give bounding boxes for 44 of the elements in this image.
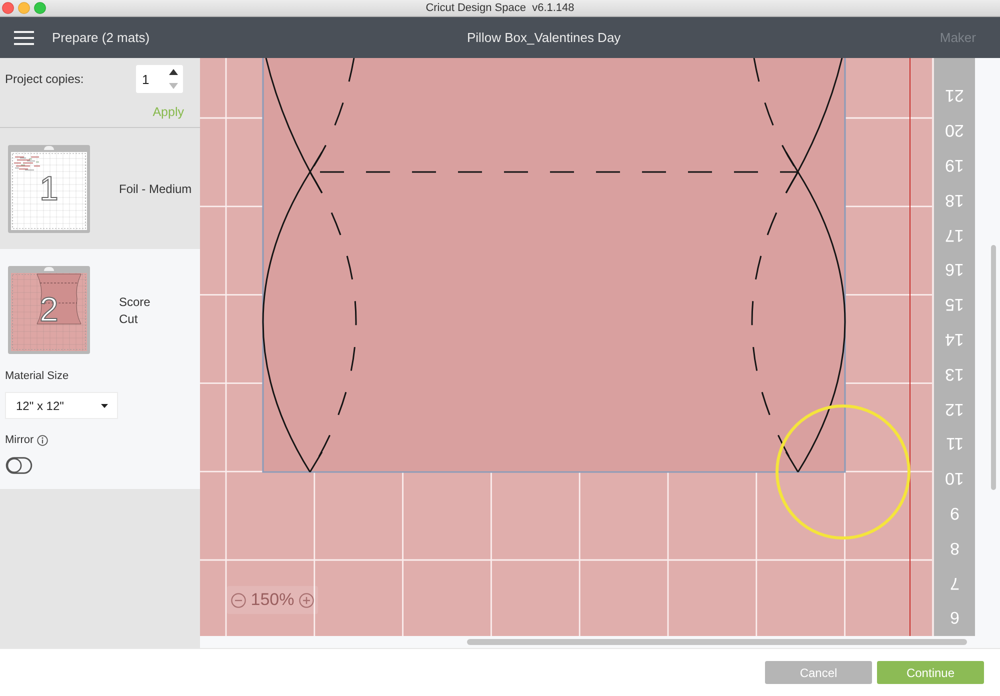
operation-label: Score bbox=[119, 294, 150, 308]
page-title: Prepare (2 mats) bbox=[52, 30, 150, 45]
zoom-out-icon[interactable] bbox=[231, 592, 246, 608]
ruler-label: 9 bbox=[950, 504, 960, 522]
vertical-scrollbar[interactable] bbox=[991, 245, 996, 490]
window-zoom-icon[interactable] bbox=[34, 2, 46, 14]
mat-item[interactable]: 1 Foil - Medium bbox=[0, 128, 200, 249]
ruler-label: 11 bbox=[946, 434, 964, 452]
operation-label: Foil - Medium bbox=[119, 182, 192, 196]
ruler-label: 6 bbox=[950, 608, 960, 626]
ruler-label: 10 bbox=[945, 469, 964, 488]
ruler-label: 21 bbox=[945, 86, 964, 104]
ruler-label: 7 bbox=[950, 574, 960, 592]
ruler-label: 17 bbox=[945, 226, 964, 244]
ruler-label: 12 bbox=[945, 400, 964, 418]
ruler-label: 13 bbox=[945, 364, 964, 383]
ruler-label: 16 bbox=[945, 260, 964, 278]
ruler-label: 18 bbox=[945, 190, 964, 209]
project-name: Pillow Box_Valentines Day bbox=[467, 30, 621, 45]
caret-icon bbox=[101, 404, 108, 408]
material-size-dropdown[interactable]: 12" x 12" bbox=[5, 392, 118, 419]
mat-item[interactable]: 2 Score Cut Material Size 12" x 12" Mirror bbox=[0, 249, 200, 489]
menu-icon[interactable] bbox=[14, 30, 34, 44]
zoom-level: 150% bbox=[250, 590, 294, 610]
ruler-label: 20 bbox=[945, 121, 964, 140]
window-close-icon[interactable] bbox=[2, 2, 14, 14]
operation-label: Cut bbox=[119, 312, 139, 326]
material-size-label: Material Size bbox=[5, 369, 69, 383]
copies-field[interactable]: 1 bbox=[136, 65, 183, 93]
horizontal-scrollbar[interactable] bbox=[467, 639, 967, 645]
mirror-label: Mirror bbox=[5, 433, 34, 447]
zoom-in-icon[interactable] bbox=[298, 592, 314, 608]
ruler-label: 8 bbox=[950, 538, 960, 557]
mat-number: 2 bbox=[40, 292, 58, 328]
mirror-toggle[interactable] bbox=[5, 457, 33, 474]
mat-number: 1 bbox=[40, 171, 58, 207]
ruler-label: 15 bbox=[945, 295, 964, 314]
info-icon[interactable] bbox=[36, 434, 48, 446]
copies-label: Project copies: bbox=[5, 72, 84, 86]
ruler-label: 19 bbox=[945, 156, 964, 174]
window-minimize-icon[interactable] bbox=[18, 2, 30, 14]
window-title: Cricut Design Space v6.1.148 bbox=[426, 2, 574, 14]
ruler-label: 14 bbox=[945, 330, 964, 348]
stepper-icon[interactable] bbox=[169, 69, 178, 89]
